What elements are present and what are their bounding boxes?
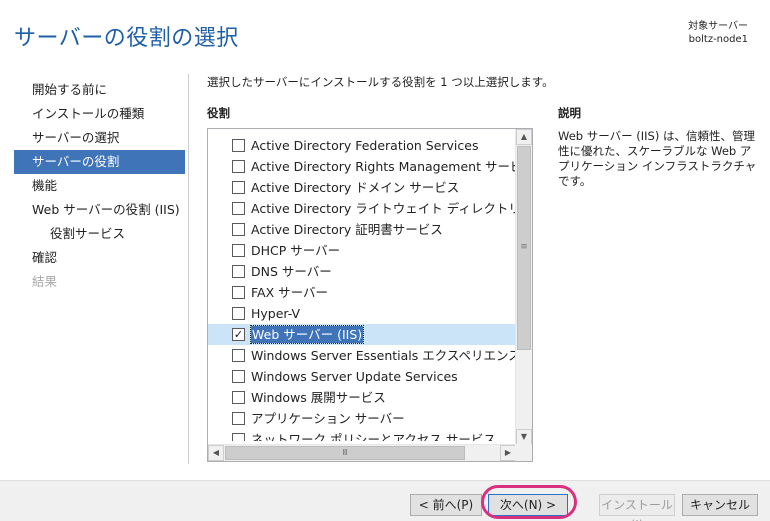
checkbox[interactable]: [232, 202, 245, 215]
role-item[interactable]: アプリケーション サーバー: [208, 408, 516, 429]
wizard-nav: 開始する前に インストールの種類 サーバーの選択 サーバーの役割 機能 Web …: [14, 78, 185, 294]
role-label: Web サーバー (IIS): [249, 325, 365, 344]
nav-divider: [188, 74, 189, 464]
role-label: Active Directory Federation Services: [251, 138, 479, 153]
scroll-down-arrow-icon[interactable]: ▼: [516, 429, 532, 445]
scrollbar-corner: [515, 444, 532, 461]
page-title: サーバーの役割の選択: [14, 26, 239, 51]
target-server-name: boltz-node1: [688, 34, 748, 45]
role-item[interactable]: DHCP サーバー: [208, 240, 516, 261]
role-item[interactable]: FAX サーバー: [208, 282, 516, 303]
nav-item-features[interactable]: 機能: [14, 174, 185, 198]
description-text: Web サーバー (IIS) は、信頼性、管理性に優れた、スケーラブルな Web…: [558, 129, 757, 188]
checkbox[interactable]: [232, 181, 245, 194]
role-item[interactable]: Hyper-V: [208, 303, 516, 324]
scroll-right-arrow-icon[interactable]: ▶: [500, 445, 516, 461]
target-server-label: 対象サーバー: [688, 21, 748, 32]
role-item[interactable]: Windows 展開サービス: [208, 387, 516, 408]
role-item[interactable]: Active Directory ドメイン サービス: [208, 177, 516, 198]
roles-listbox[interactable]: Active Directory Federation Services Act…: [207, 128, 533, 462]
nav-item-confirmation[interactable]: 確認: [14, 246, 185, 270]
nav-item-before-you-begin[interactable]: 開始する前に: [14, 78, 185, 102]
role-item[interactable]: Active Directory ライトウェイト ディレクトリ サービス: [208, 198, 516, 219]
checkbox[interactable]: [232, 391, 245, 404]
role-label: DHCP サーバー: [251, 243, 341, 258]
role-label: Active Directory 証明書サービス: [251, 222, 443, 237]
footer-bar: < 前へ(P) 次へ(N) > インストール(I) キャンセル: [0, 480, 770, 521]
nav-item-server-roles[interactable]: サーバーの役割: [14, 150, 185, 174]
install-button: インストール(I): [599, 494, 675, 521]
cancel-button[interactable]: キャンセル: [682, 494, 758, 516]
checkbox[interactable]: [232, 307, 245, 320]
nav-item-results: 結果: [32, 274, 58, 289]
checkbox[interactable]: [232, 349, 245, 362]
horizontal-scrollbar[interactable]: ◀ Ⅲ ▶: [208, 444, 516, 461]
role-label: Windows Server Essentials エクスペリエンス: [251, 348, 516, 363]
scroll-left-arrow-icon[interactable]: ◀: [208, 445, 224, 461]
description-heading: 説明: [558, 106, 581, 120]
checkbox[interactable]: [232, 265, 245, 278]
roles-heading: 役割: [207, 106, 230, 120]
role-item[interactable]: Windows Server Essentials エクスペリエンス: [208, 345, 516, 366]
role-label: DNS サーバー: [251, 264, 332, 279]
vertical-scroll-thumb[interactable]: ≡: [517, 146, 531, 350]
scroll-up-arrow-icon[interactable]: ▲: [516, 129, 532, 145]
checkbox[interactable]: [232, 244, 245, 257]
role-item[interactable]: ネットワーク ポリシーとアクセス サービス: [208, 429, 516, 441]
horizontal-scroll-thumb[interactable]: Ⅲ: [225, 446, 465, 460]
role-item[interactable]: Active Directory 証明書サービス: [208, 219, 516, 240]
checkbox-checked[interactable]: ✓: [232, 328, 245, 341]
role-item-web-server[interactable]: ✓ Web サーバー (IIS): [208, 324, 516, 345]
roles-list: Active Directory Federation Services Act…: [208, 135, 516, 441]
checkbox[interactable]: [232, 412, 245, 425]
checkbox[interactable]: [232, 223, 245, 236]
nav-item-web-server-role[interactable]: Web サーバーの役割 (IIS): [14, 198, 185, 222]
role-label: Active Directory Rights Management サービス: [251, 159, 516, 174]
role-label: Active Directory ドメイン サービス: [251, 180, 460, 195]
next-button[interactable]: 次へ(N) >: [488, 494, 568, 516]
checkbox[interactable]: [232, 139, 245, 152]
role-item[interactable]: DNS サーバー: [208, 261, 516, 282]
vertical-scrollbar[interactable]: ▲ ≡ ▼: [515, 129, 532, 445]
checkbox[interactable]: [232, 433, 245, 441]
role-item[interactable]: Active Directory Federation Services: [208, 135, 516, 156]
role-item[interactable]: Active Directory Rights Management サービス: [208, 156, 516, 177]
role-label: FAX サーバー: [251, 285, 329, 300]
role-label: Active Directory ライトウェイト ディレクトリ サービス: [251, 201, 516, 216]
role-label: Hyper-V: [251, 306, 301, 321]
target-server: 対象サーバー boltz-node1: [688, 20, 748, 46]
instruction-text: 選択したサーバーにインストールする役割を 1 つ以上選択します。: [207, 75, 554, 89]
role-label: アプリケーション サーバー: [251, 411, 405, 426]
role-label: Windows Server Update Services: [251, 369, 458, 384]
role-label: ネットワーク ポリシーとアクセス サービス: [251, 432, 496, 441]
checkbox[interactable]: [232, 286, 245, 299]
checkbox[interactable]: [232, 370, 245, 383]
nav-item-installation-type[interactable]: インストールの種類: [14, 102, 185, 126]
role-item[interactable]: Windows Server Update Services: [208, 366, 516, 387]
nav-item-server-selection[interactable]: サーバーの選択: [14, 126, 185, 150]
previous-button[interactable]: < 前へ(P): [410, 494, 482, 516]
role-label: Windows 展開サービス: [251, 390, 386, 405]
nav-item-role-services[interactable]: 役割サービス: [14, 222, 185, 246]
checkbox[interactable]: [232, 160, 245, 173]
